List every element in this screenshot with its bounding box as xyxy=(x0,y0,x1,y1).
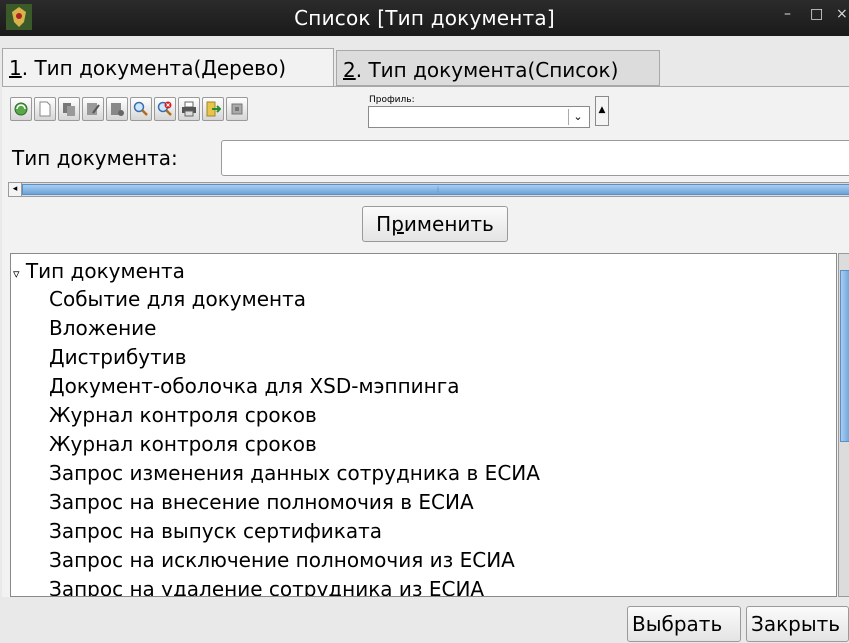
tree-item[interactable]: Журнал контроля сроков xyxy=(49,432,317,456)
apply-label-end: именить xyxy=(403,212,494,236)
tab-list-label: . Тип документа(Список) xyxy=(355,58,619,82)
horizontal-scrollbar[interactable]: ◂ ⦙ xyxy=(8,182,849,197)
tree-item[interactable]: Документ-оболочка для XSD-мэппинга xyxy=(49,374,460,398)
tree-root-label: Тип документа xyxy=(25,259,185,283)
select-button[interactable]: Выбрать xyxy=(627,606,741,642)
expanded-triangle-icon[interactable]: ▿ xyxy=(13,267,20,282)
apply-button[interactable]: Применить xyxy=(362,206,508,242)
tab-tree-label: . Тип документа(Дерево) xyxy=(21,56,287,80)
scroll-left-icon[interactable]: ◂ xyxy=(9,183,22,196)
profile-spin-button[interactable]: ▲ xyxy=(595,96,609,126)
profile-select[interactable]: ⌄ xyxy=(368,106,590,128)
tree-item[interactable]: Вложение xyxy=(49,316,156,340)
tree-item[interactable]: Дистрибутив xyxy=(49,345,187,369)
vertical-scrollbar[interactable] xyxy=(838,253,849,597)
apply-label-start: П xyxy=(376,212,392,236)
refresh-icon[interactable] xyxy=(10,97,32,121)
filter-label: Тип документа: xyxy=(12,146,178,170)
tree-item[interactable]: Запрос на удаление сотрудника из ЕСИА xyxy=(49,577,484,596)
settings-icon[interactable] xyxy=(226,97,248,121)
tree-item[interactable]: Запрос изменения данных сотрудника в ЕСИ… xyxy=(49,461,540,485)
vertical-scroll-thumb[interactable] xyxy=(840,270,849,442)
filter-input[interactable] xyxy=(221,140,849,176)
tree-item[interactable]: Запрос на выпуск сертификата xyxy=(49,519,382,543)
minimize-button[interactable]: – xyxy=(784,6,791,22)
tab-tree-mnemonic: 1 xyxy=(9,56,22,80)
tab-tree[interactable]: 1. Тип документа(Дерево) xyxy=(2,48,334,86)
chevron-down-icon[interactable]: ⌄ xyxy=(568,109,587,125)
apply-mnemonic: р xyxy=(391,212,404,236)
tree-item[interactable]: Событие для документа xyxy=(49,287,306,311)
new-document-icon[interactable] xyxy=(34,97,56,121)
edit-icon[interactable] xyxy=(82,97,104,121)
tree-item[interactable]: Запрос на исключение полномочия из ЕСИА xyxy=(49,548,515,572)
print-icon[interactable] xyxy=(178,97,200,121)
export-icon[interactable] xyxy=(202,97,224,121)
tree-item[interactable]: Запрос на внесение полномочия в ЕСИА xyxy=(49,490,474,514)
tab-list[interactable]: 2. Тип документа(Список) xyxy=(336,50,660,86)
title-bar: Список [Тип документа] – □ × xyxy=(0,0,849,36)
tree-root[interactable]: ▿ Тип документа xyxy=(13,259,185,283)
copy-icon[interactable] xyxy=(58,97,80,121)
clear-search-icon[interactable] xyxy=(154,97,176,121)
profile-label: Профиль: xyxy=(369,95,415,105)
maximize-button[interactable]: □ xyxy=(810,6,823,22)
close-button[interactable]: Закрыть xyxy=(746,606,849,642)
tree-item[interactable]: Журнал контроля сроков xyxy=(49,403,317,427)
document-type-tree[interactable]: ▿ Тип документа Событие для документа Вл… xyxy=(10,253,837,597)
delete-icon[interactable] xyxy=(106,97,128,121)
window-title: Список [Тип документа] xyxy=(294,6,555,30)
close-window-button[interactable]: × xyxy=(836,6,848,22)
tab-list-mnemonic: 2 xyxy=(343,58,356,82)
horizontal-scroll-thumb[interactable]: ⦙ xyxy=(22,184,849,195)
search-icon[interactable] xyxy=(130,97,152,121)
